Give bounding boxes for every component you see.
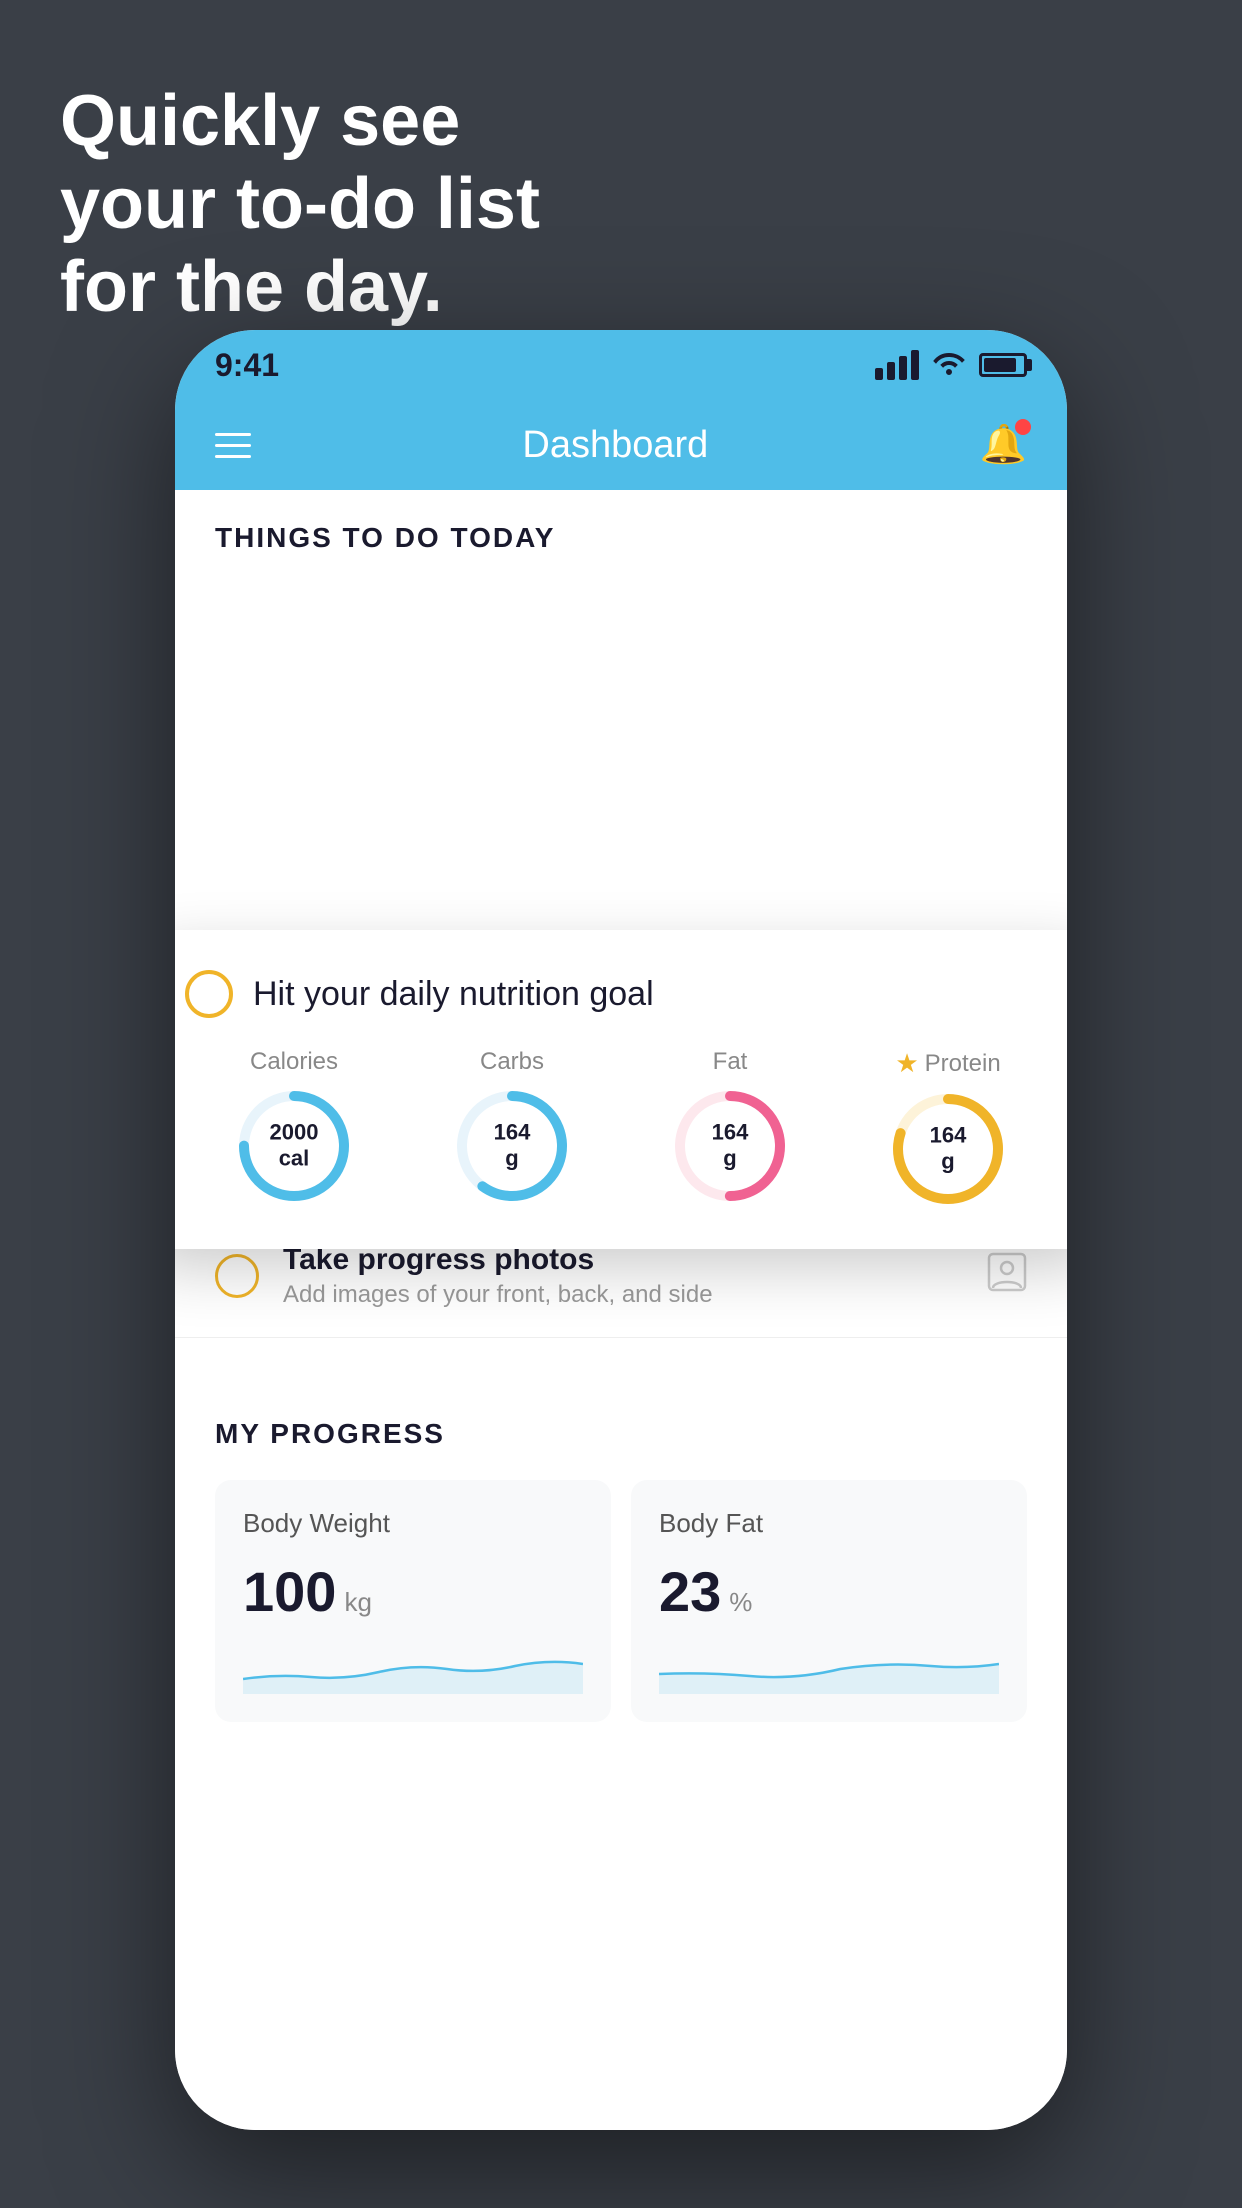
protein-ring: 164g	[888, 1089, 1008, 1209]
calories-value: 2000cal	[270, 1120, 319, 1173]
calories-item: Calories 2000cal	[234, 1048, 354, 1209]
progress-header: MY PROGRESS	[215, 1418, 1027, 1450]
battery-icon	[979, 353, 1027, 377]
carbs-item: Carbs 164g	[452, 1048, 572, 1209]
notification-dot	[1015, 419, 1031, 435]
fat-label: Fat	[713, 1048, 748, 1076]
fat-ring: 164g	[670, 1086, 790, 1206]
body-weight-chart	[243, 1644, 583, 1694]
nutrition-circles: Calories 2000cal Carbs	[185, 1048, 1057, 1209]
protein-item: ★ Protein 164g	[888, 1048, 1008, 1209]
calories-ring: 2000cal	[234, 1086, 354, 1206]
body-weight-unit: kg	[344, 1587, 371, 1618]
photo-person-icon	[987, 1252, 1027, 1301]
status-time: 9:41	[215, 347, 279, 384]
carbs-ring: 164g	[452, 1086, 572, 1206]
body-weight-number: 100	[243, 1559, 336, 1624]
status-icons	[875, 349, 1027, 382]
body-fat-card-title: Body Fat	[659, 1508, 999, 1539]
phone-mockup: 9:41	[175, 330, 1067, 2130]
protein-label: Protein	[925, 1050, 1001, 1078]
protein-value: 164g	[930, 1123, 967, 1176]
body-fat-number: 23	[659, 1559, 721, 1624]
app-header: Dashboard 🔔	[175, 400, 1067, 490]
scrollable-content: THINGS TO DO TODAY Hit your daily nutrit…	[175, 490, 1067, 2130]
progress-cards: Body Weight 100 kg Bo	[215, 1480, 1027, 1722]
wifi-icon	[931, 349, 967, 382]
progress-section: MY PROGRESS Body Weight 100 kg	[175, 1378, 1067, 1762]
nutrition-card-title: Hit your daily nutrition goal	[253, 975, 654, 1014]
photos-subtitle: Add images of your front, back, and side	[283, 1281, 963, 1309]
carbs-label: Carbs	[480, 1048, 544, 1076]
protein-star-icon: ★	[895, 1048, 918, 1079]
nutrition-card: Hit your daily nutrition goal Calories 2…	[175, 930, 1067, 1249]
nutrition-check-circle[interactable]	[185, 970, 233, 1018]
calories-label: Calories	[250, 1048, 338, 1076]
notification-bell-icon[interactable]: 🔔	[980, 423, 1027, 467]
fat-value: 164g	[712, 1120, 749, 1173]
signal-bars-icon	[875, 350, 919, 380]
photos-check-circle[interactable]	[215, 1254, 259, 1298]
carbs-value: 164g	[494, 1120, 531, 1173]
body-fat-unit: %	[729, 1587, 752, 1618]
body-fat-value: 23 %	[659, 1559, 999, 1624]
body-weight-value: 100 kg	[243, 1559, 583, 1624]
body-fat-chart	[659, 1644, 999, 1694]
fat-item: Fat 164g	[670, 1048, 790, 1209]
body-weight-card-title: Body Weight	[243, 1508, 583, 1539]
header-title: Dashboard	[522, 424, 708, 467]
body-fat-card[interactable]: Body Fat 23 %	[631, 1480, 1027, 1722]
background-headline: Quickly see your to-do list for the day.	[60, 80, 540, 328]
things-to-do-header: THINGS TO DO TODAY	[175, 490, 1067, 574]
status-bar: 9:41	[175, 330, 1067, 400]
photos-text: Take progress photos Add images of your …	[283, 1243, 963, 1309]
body-weight-card[interactable]: Body Weight 100 kg	[215, 1480, 611, 1722]
menu-button[interactable]	[215, 433, 251, 458]
